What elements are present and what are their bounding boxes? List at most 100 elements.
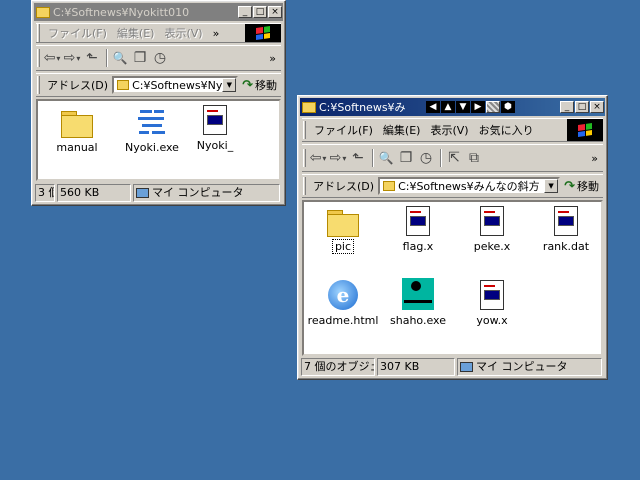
doc-icon xyxy=(406,206,430,236)
file-name: flag.x xyxy=(402,240,434,253)
file-name: shaho.exe xyxy=(390,314,446,327)
file-item-nyoki-exe[interactable]: Nyoki.exe xyxy=(115,107,189,154)
forward-button[interactable]: ⇨ ▾ xyxy=(329,148,347,168)
internet-explorer-icon: e xyxy=(328,280,358,310)
maximize-button[interactable]: □ xyxy=(575,101,589,113)
menu-edit[interactable]: 編集(E) xyxy=(112,25,160,41)
grip[interactable] xyxy=(37,76,40,94)
file-item-shaho[interactable]: shaho.exe xyxy=(381,278,455,327)
history-button[interactable]: ◷ xyxy=(417,148,435,168)
close-button[interactable]: × xyxy=(590,101,604,113)
back-button[interactable]: ⇦ ▾ xyxy=(309,148,327,168)
file-item-rank[interactable]: rank.dat xyxy=(529,206,603,253)
file-item-manual[interactable]: manual xyxy=(40,107,114,154)
file-item-nyoki[interactable]: Nyoki_ xyxy=(190,105,240,152)
separator xyxy=(440,149,442,167)
file-item-flag[interactable]: flag.x xyxy=(381,206,455,253)
arrow-down-icon[interactable]: ▼ xyxy=(456,101,470,113)
menu-chevron[interactable]: » xyxy=(208,27,225,40)
file-name: readme.html xyxy=(307,314,379,327)
doc-icon xyxy=(554,206,578,236)
explorer-window-nyokitt[interactable]: C:¥Softnews¥Nyokitt010 _ □ × ファイル(F) 編集(… xyxy=(31,0,286,206)
go-button[interactable]: ↷ 移動 xyxy=(560,178,603,194)
title-bar[interactable]: C:¥Softnews¥み ◀ ▲ ▼ ▶ ⬢ _ □ × xyxy=(300,98,605,116)
toolbar-chevron[interactable]: » xyxy=(264,52,281,65)
address-label: アドレス(D) xyxy=(47,79,109,92)
folder-icon xyxy=(61,111,93,138)
file-item-readme[interactable]: e readme.html xyxy=(306,280,380,327)
separator xyxy=(372,149,374,167)
up-button[interactable]: ⬑ xyxy=(349,148,367,168)
grip[interactable] xyxy=(303,121,306,139)
history-button[interactable]: ◷ xyxy=(151,48,169,68)
arrow-right-icon[interactable]: ▶ xyxy=(471,101,485,113)
dropdown-arrow-icon: ▾ xyxy=(56,53,61,63)
doc-icon xyxy=(480,280,504,310)
explorer-window-softnews[interactable]: C:¥Softnews¥み ◀ ▲ ▼ ▶ ⬢ _ □ × ファイル(F) 編集… xyxy=(297,95,608,380)
my-computer-icon xyxy=(136,188,149,198)
menu-favorites[interactable]: お気に入り xyxy=(474,122,539,138)
status-count: 3 個 xyxy=(35,184,55,202)
file-name: Nyoki.exe xyxy=(125,141,179,154)
move-to-icon: ⇱ xyxy=(448,150,460,166)
lock-icon[interactable]: ⬢ xyxy=(501,101,515,113)
minimize-button[interactable]: _ xyxy=(238,6,252,18)
maximize-button[interactable]: □ xyxy=(253,6,267,18)
file-name: manual xyxy=(56,141,98,154)
file-item-yow[interactable]: yow.x xyxy=(455,280,529,327)
menu-view[interactable]: 表示(V) xyxy=(425,122,473,138)
grip[interactable] xyxy=(303,149,306,167)
menu-file[interactable]: ファイル(F) xyxy=(309,122,378,138)
history-icon: ◷ xyxy=(419,150,433,166)
search-icon: 🔍 xyxy=(112,51,128,65)
file-item-pic[interactable]: pic xyxy=(306,206,380,254)
file-item-peke[interactable]: peke.x xyxy=(455,206,529,253)
dropdown-arrow-icon: ▾ xyxy=(342,153,347,163)
address-dropdown-button[interactable]: ▼ xyxy=(544,179,559,193)
menu-view[interactable]: 表示(V) xyxy=(159,25,207,41)
address-input[interactable]: C:¥Softnews¥みんなの斜方 ▼ xyxy=(378,177,561,195)
dropdown-arrow-icon: ▾ xyxy=(322,153,327,163)
toolbar-chevron[interactable]: » xyxy=(586,152,603,165)
file-list[interactable]: manual Nyoki.exe Nyoki_ xyxy=(36,99,281,181)
file-list[interactable]: pic flag.x peke.x rank.dat e readme.html… xyxy=(302,200,603,356)
back-arrow-icon: ⇦ xyxy=(43,50,56,66)
folder-icon xyxy=(36,6,50,18)
back-button[interactable]: ⇦ ▾ xyxy=(43,48,61,68)
status-bar: 7 個のオブジェク 307 KB マイ コンピュータ xyxy=(301,358,604,376)
address-dropdown-button[interactable]: ▼ xyxy=(222,78,237,92)
grid-icon[interactable] xyxy=(486,101,500,113)
go-arrow-icon: ↷ xyxy=(242,77,253,93)
go-label: 移動 xyxy=(255,79,277,92)
close-button[interactable]: × xyxy=(268,6,282,18)
address-value: C:¥Softnews¥Ny xyxy=(132,78,223,92)
address-label: アドレス(D) xyxy=(313,180,375,193)
arrow-up-icon[interactable]: ▲ xyxy=(441,101,455,113)
status-location-label: マイ コンピュータ xyxy=(476,360,568,373)
up-button[interactable]: ⬑ xyxy=(83,48,101,68)
grip[interactable] xyxy=(303,177,306,195)
address-value: C:¥Softnews¥みんなの斜方 xyxy=(398,180,540,193)
move-to-button[interactable]: ⇱ xyxy=(445,148,463,168)
copy-to-button[interactable]: ⧉ xyxy=(465,148,483,168)
up-folder-icon: ⬑ xyxy=(352,150,364,166)
search-button[interactable]: 🔍 xyxy=(377,148,395,168)
go-button[interactable]: ↷ 移動 xyxy=(238,77,281,93)
menu-edit[interactable]: 編集(E) xyxy=(378,122,426,138)
menu-file[interactable]: ファイル(F) xyxy=(43,25,112,41)
folders-button[interactable]: ❐ xyxy=(131,48,149,68)
forward-arrow-icon: ⇨ xyxy=(63,50,76,66)
grip[interactable] xyxy=(37,24,40,42)
folders-button[interactable]: ❐ xyxy=(397,148,415,168)
forward-button[interactable]: ⇨ ▾ xyxy=(63,48,81,68)
title-bar[interactable]: C:¥Softnews¥Nyokitt010 _ □ × xyxy=(34,3,283,21)
arrow-left-icon[interactable]: ◀ xyxy=(426,101,440,113)
separator xyxy=(106,49,108,67)
folders-icon: ❐ xyxy=(399,150,413,166)
minimize-button[interactable]: _ xyxy=(560,101,574,113)
status-location: マイ コンピュータ xyxy=(133,184,280,202)
address-input[interactable]: C:¥Softnews¥Ny ▼ xyxy=(112,76,239,94)
doc-icon xyxy=(480,206,504,236)
grip[interactable] xyxy=(37,49,40,67)
search-button[interactable]: 🔍 xyxy=(111,48,129,68)
